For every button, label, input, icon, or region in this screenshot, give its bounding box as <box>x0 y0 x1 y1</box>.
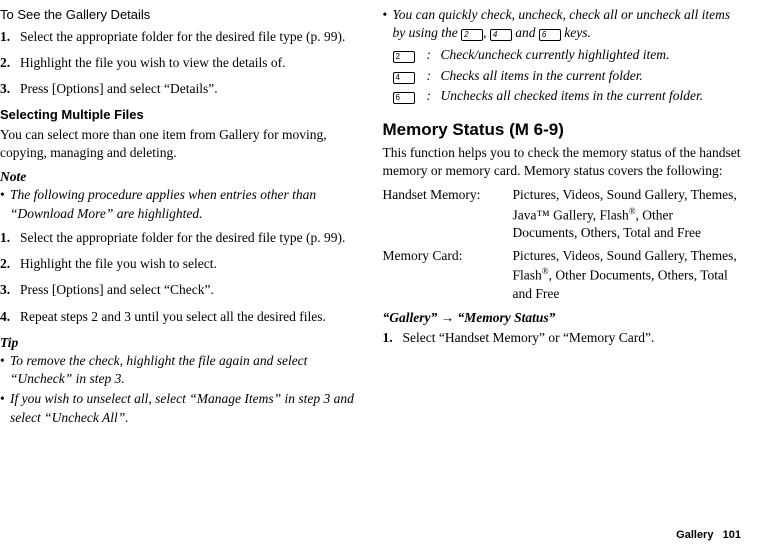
step-item: 2. Highlight the file you wish to view t… <box>0 54 359 72</box>
heading-gallery-details: To See the Gallery Details <box>0 6 359 24</box>
tip-bullet: • To remove the check, highlight the fil… <box>0 352 359 388</box>
note-text: The following procedure applies when ent… <box>10 186 359 222</box>
step-item: 2. Highlight the file you wish to select… <box>0 255 359 273</box>
key-6-icon: 6 <box>393 92 415 104</box>
paragraph: You can select more than one item from G… <box>0 126 359 162</box>
mem-row-card: Memory Card: Pictures, Videos, Sound Gal… <box>383 247 742 303</box>
step-text: Select “Handset Memory” or “Memory Card”… <box>403 329 742 347</box>
tip-text: If you wish to unselect all, select “Man… <box>10 390 359 426</box>
step-text: Repeat steps 2 and 3 until you select al… <box>20 308 359 326</box>
colon: : <box>427 87 441 105</box>
mem-label: Memory Card: <box>383 247 513 303</box>
tip-label: Tip <box>0 334 359 352</box>
key-row: 6 : Unchecks all checked items in the cu… <box>393 87 742 105</box>
step-item: 1. Select “Handset Memory” or “Memory Ca… <box>383 329 742 347</box>
note-bullet: • The following procedure applies when e… <box>0 186 359 222</box>
bullet-marker: • <box>0 186 10 222</box>
text-fragment: Pictures, Videos, Sound Gallery, Themes,… <box>513 187 737 222</box>
key-row: 2 : Check/uncheck currently highlighted … <box>393 46 742 64</box>
step-number: 2. <box>0 54 20 72</box>
tip-bullet: • If you wish to unselect all, select “M… <box>0 390 359 426</box>
step-number: 2. <box>0 255 20 273</box>
heading-memory-status: Memory Status (M 6-9) <box>383 119 742 142</box>
step-text: Select the appropriate folder for the de… <box>20 229 359 247</box>
key-desc: Unchecks all checked items in the curren… <box>441 87 742 105</box>
note-label: Note <box>0 168 359 186</box>
paragraph: This function helps you to check the mem… <box>383 144 742 180</box>
text-fragment: and <box>512 25 539 40</box>
step-text: Select the appropriate folder for the de… <box>20 28 359 46</box>
key-6-icon: 6 <box>539 29 561 41</box>
step-item: 1. Select the appropriate folder for the… <box>0 229 359 247</box>
text-fragment: , <box>483 25 490 40</box>
mem-value: Pictures, Videos, Sound Gallery, Themes,… <box>513 186 742 242</box>
step-item: 4. Repeat steps 2 and 3 until you select… <box>0 308 359 326</box>
step-number: 1. <box>0 229 20 247</box>
key-2-icon: 2 <box>461 29 483 41</box>
colon: : <box>427 46 441 64</box>
footer-section: Gallery <box>676 529 713 541</box>
step-text: Press [Options] and select “Details”. <box>20 80 359 98</box>
colon: : <box>427 67 441 85</box>
step-item: 3. Press [Options] and select “Details”. <box>0 80 359 98</box>
registered-icon: ® <box>542 266 549 276</box>
step-number: 4. <box>0 308 20 326</box>
bullet-marker: • <box>0 352 10 388</box>
menu-code: (M 6-9) <box>509 120 564 139</box>
step-text: Highlight the file you wish to select. <box>20 255 359 273</box>
step-number: 3. <box>0 281 20 299</box>
key-4-icon: 4 <box>393 72 415 84</box>
step-item: 3. Press [Options] and select “Check”. <box>0 281 359 299</box>
nav-path: “Gallery” → “Memory Status” <box>383 309 742 327</box>
heading-text: Memory Status <box>383 120 510 139</box>
step-number: 3. <box>0 80 20 98</box>
text-fragment: keys. <box>561 25 591 40</box>
mem-value: Pictures, Videos, Sound Gallery, Themes,… <box>513 247 742 303</box>
key-row: 4 : Checks all items in the current fold… <box>393 67 742 85</box>
bullet-marker: • <box>383 6 393 109</box>
tip-text: You can quickly check, uncheck, check al… <box>393 6 742 109</box>
step-item: 1. Select the appropriate folder for the… <box>0 28 359 46</box>
footer-page: 101 <box>723 529 741 541</box>
bullet-marker: • <box>0 390 10 426</box>
step-number: 1. <box>383 329 403 347</box>
tip-bullet: • You can quickly check, uncheck, check … <box>383 6 742 109</box>
tip-text: To remove the check, highlight the file … <box>10 352 359 388</box>
key-4-icon: 4 <box>490 29 512 41</box>
key-desc: Checks all items in the current folder. <box>441 67 742 85</box>
step-number: 1. <box>0 28 20 46</box>
page-footer: Gallery 101 <box>676 528 741 543</box>
key-2-icon: 2 <box>393 51 415 63</box>
key-desc: Check/uncheck currently highlighted item… <box>441 46 742 64</box>
step-text: Press [Options] and select “Check”. <box>20 281 359 299</box>
step-text: Highlight the file you wish to view the … <box>20 54 359 72</box>
mem-label: Handset Memory: <box>383 186 513 242</box>
registered-icon: ® <box>629 206 636 216</box>
mem-row-handset: Handset Memory: Pictures, Videos, Sound … <box>383 186 742 242</box>
heading-selecting-multiple: Selecting Multiple Files <box>0 106 359 124</box>
